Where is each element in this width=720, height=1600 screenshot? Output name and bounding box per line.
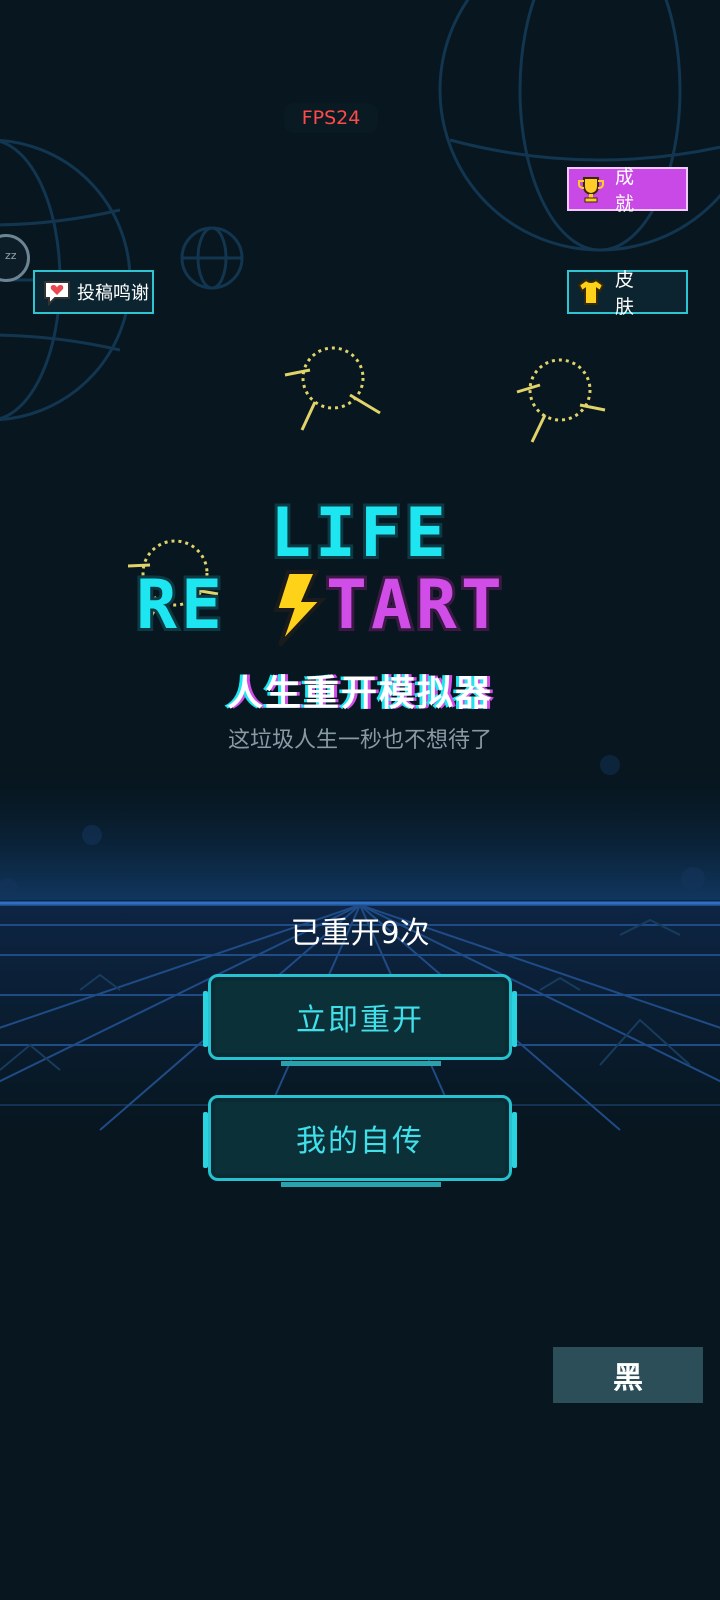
skins-label: 皮 肤 [615,269,653,318]
globe-small-decoration [180,226,244,290]
achievements-label: 成 就 [615,166,653,215]
restart-count: 已重开9次 [290,916,430,951]
achievements-button[interactable]: 成 就 [567,166,688,215]
logo-line2-left: RE [136,566,226,645]
button-underline [281,1061,441,1066]
logo-line1: LIFE [270,500,450,573]
restart-now-label: 立即重开 [296,1003,424,1038]
theme-toggle-button[interactable]: 黑 [553,1347,703,1403]
autobiography-label: 我的自传 [296,1124,424,1159]
game-subtitle: 这垃圾人生一秒也不想待了 [227,728,492,753]
firework-decoration-2 [516,358,606,443]
trophy-icon [578,177,604,203]
fps-counter: FPS24 [284,103,378,133]
game-logo: LIFE RE TART [133,500,506,648]
restart-now-button[interactable]: 立即重开 [203,974,517,1066]
heart-bubble-icon [44,281,70,307]
skins-button[interactable]: 皮 肤 [567,269,688,318]
credits-button[interactable]: 投稿鸣谢 [33,270,154,314]
credits-label: 投稿鸣谢 [77,283,149,304]
button-underline [281,1182,441,1187]
game-title: 人生重开模拟器 [226,673,493,714]
logo-line2-right: TART [326,566,506,645]
firework-decoration-1 [284,346,381,431]
autobiography-button[interactable]: 我的自传 [203,1095,517,1187]
lightning-bolt-icon [273,570,327,647]
tshirt-icon [577,278,605,305]
